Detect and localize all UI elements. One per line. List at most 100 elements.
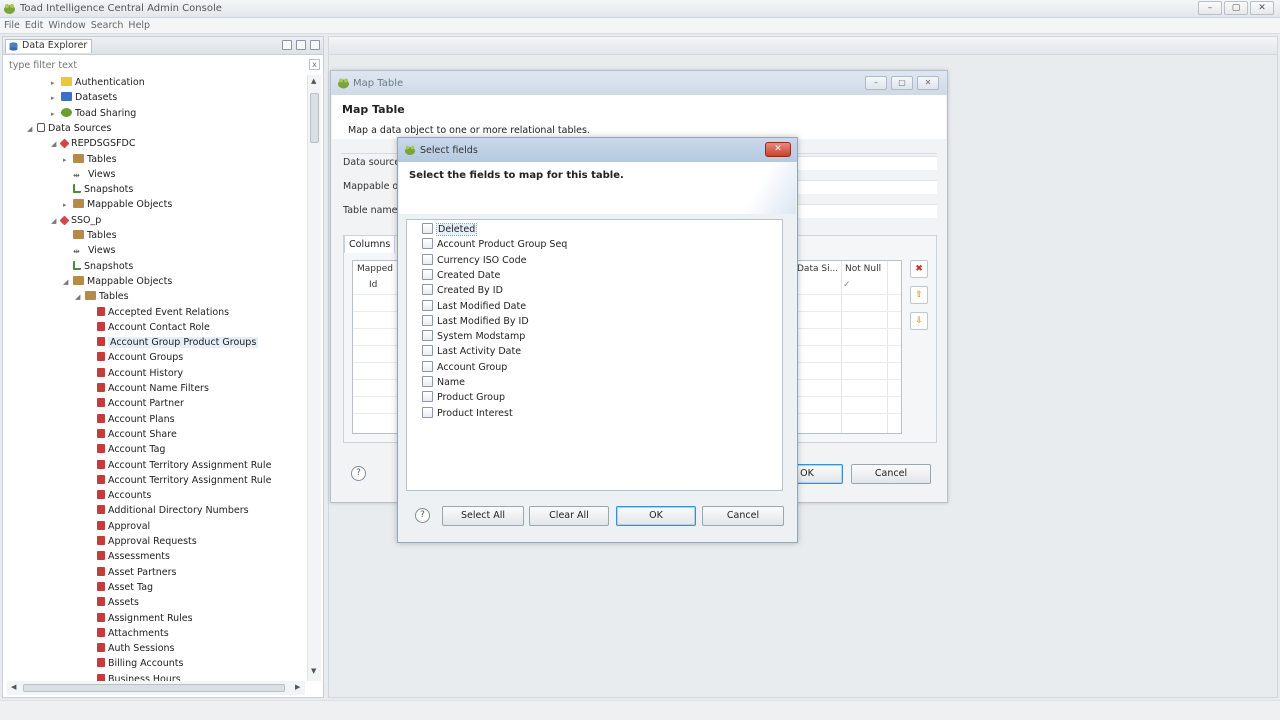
- tree-node[interactable]: Accepted Event Relations: [87, 305, 229, 320]
- tree-node[interactable]: ◢ REPDSGSFDC: [51, 136, 135, 151]
- scroll-right-icon[interactable]: ▶: [295, 683, 300, 691]
- tree-node[interactable]: Asset Tag: [87, 580, 153, 595]
- checkbox[interactable]: [422, 330, 433, 342]
- checkbox[interactable]: [422, 253, 433, 265]
- tree-node[interactable]: ◢ Data Sources: [27, 121, 111, 136]
- field-checkbox-item[interactable]: System Modstamp: [422, 329, 525, 344]
- expand-arrow-icon[interactable]: ▸: [63, 153, 73, 168]
- tree-node[interactable]: Account Group Product Groups: [87, 335, 259, 350]
- expand-arrow-icon[interactable]: ▸: [51, 91, 61, 106]
- tree-node[interactable]: Account History: [87, 366, 183, 381]
- minimize-button[interactable]: –: [865, 76, 887, 90]
- scroll-up-icon[interactable]: ▲: [311, 77, 316, 85]
- tree-node[interactable]: Tables: [63, 228, 117, 243]
- tree-node[interactable]: Assignment Rules: [87, 611, 193, 626]
- tree-node[interactable]: Accounts: [87, 488, 151, 503]
- tree-horizontal-scrollbar[interactable]: ◀ ▶: [7, 681, 305, 695]
- help-icon[interactable]: ?: [415, 508, 430, 523]
- field-checkbox-item[interactable]: Last Modified By ID: [422, 314, 529, 329]
- move-up-button[interactable]: ⇧: [910, 286, 928, 304]
- checkbox[interactable]: [422, 360, 433, 372]
- menu-search[interactable]: Search: [91, 18, 129, 33]
- checkbox[interactable]: [422, 376, 433, 387]
- close-window-button[interactable]: ✕: [1250, 1, 1274, 15]
- expand-arrow-icon[interactable]: ▸: [51, 107, 61, 122]
- tab-data-explorer[interactable]: Data Explorer: [5, 39, 93, 53]
- field-checkbox-item[interactable]: Currency ISO Code: [422, 253, 526, 268]
- menu-window[interactable]: Window: [48, 18, 90, 33]
- tree-node[interactable]: Business Hours: [87, 672, 181, 681]
- scroll-down-icon[interactable]: ▼: [311, 667, 316, 675]
- clear-filter-icon[interactable]: x: [309, 59, 320, 70]
- tree-node[interactable]: ▸ Mappable Objects: [63, 197, 172, 212]
- column-header-not-null[interactable]: Not Null: [845, 261, 881, 278]
- field-checkbox-item[interactable]: Created By ID: [422, 283, 503, 298]
- help-icon[interactable]: ?: [351, 466, 366, 481]
- field-checkbox-item[interactable]: Product Interest: [422, 406, 513, 421]
- maximize-view-icon[interactable]: [310, 40, 320, 50]
- expand-arrow-icon[interactable]: ▸: [63, 198, 73, 213]
- tree-node[interactable]: ⇹ Views: [63, 243, 116, 258]
- filter-input[interactable]: [9, 58, 309, 72]
- checkbox[interactable]: [422, 223, 433, 234]
- mappable-object-field[interactable]: [791, 180, 937, 194]
- checkbox[interactable]: [422, 238, 433, 250]
- tree-node[interactable]: ▸ Tables: [63, 152, 117, 167]
- checkbox[interactable]: [422, 314, 433, 326]
- field-checkbox-item[interactable]: Product Group: [422, 390, 505, 405]
- collapse-arrow-icon[interactable]: ◢: [63, 275, 73, 290]
- tree-node[interactable]: Account Groups: [87, 350, 183, 365]
- collapse-arrow-icon[interactable]: ◢: [51, 137, 61, 152]
- select-fields-cancel-button[interactable]: Cancel: [702, 506, 784, 526]
- menu-file[interactable]: File: [4, 18, 25, 33]
- tree-vertical-scrollbar[interactable]: ▲ ▼: [307, 75, 321, 681]
- tree-node[interactable]: Asset Partners: [87, 565, 176, 580]
- field-checkbox-item[interactable]: Last Activity Date: [422, 344, 521, 359]
- not-null-checkbox[interactable]: ✓: [843, 277, 851, 294]
- tree-node[interactable]: ▸ Datasets: [51, 90, 117, 105]
- collapse-all-icon[interactable]: [282, 40, 292, 50]
- tree-node[interactable]: ◢ Mappable Objects: [63, 274, 172, 289]
- tab-columns[interactable]: Columns: [344, 235, 396, 253]
- column-header-mapped[interactable]: Mapped: [357, 261, 393, 278]
- map-table-cancel-button[interactable]: Cancel: [851, 464, 931, 484]
- field-checkbox-item[interactable]: Name: [422, 375, 465, 390]
- maximize-button[interactable]: ▢: [1224, 1, 1248, 15]
- tree-node[interactable]: Account Plans: [87, 412, 175, 427]
- hscroll-thumb[interactable]: [23, 684, 285, 692]
- tree-node[interactable]: Approval Requests: [87, 534, 197, 549]
- tree-node[interactable]: Billing Accounts: [87, 656, 183, 671]
- tree-node[interactable]: Snapshots: [63, 182, 133, 197]
- tree-node[interactable]: Account Share: [87, 427, 177, 442]
- tree-node[interactable]: Account Partner: [87, 396, 184, 411]
- expand-arrow-icon[interactable]: ▸: [51, 76, 61, 91]
- move-down-button[interactable]: ⇩: [910, 312, 928, 330]
- tree-node[interactable]: Account Territory Assignment Rule: [87, 458, 271, 473]
- field-checkbox-item[interactable]: Last Modified Date: [422, 299, 526, 314]
- checkbox[interactable]: [422, 406, 433, 418]
- grid-cell-name[interactable]: Id: [369, 277, 377, 294]
- minimize-button[interactable]: –: [1198, 1, 1222, 15]
- column-header-data-size[interactable]: Data Si...: [797, 261, 838, 278]
- field-checkbox-item[interactable]: Created Date: [422, 268, 500, 283]
- tree-node[interactable]: ▸ Toad Sharing: [51, 106, 136, 121]
- tree-node[interactable]: ◢ SSO_p: [51, 213, 101, 228]
- tree-node[interactable]: ⇹ Views: [63, 167, 116, 182]
- close-icon[interactable]: ✕: [765, 142, 791, 157]
- field-checkbox-item[interactable]: Deleted: [422, 222, 478, 237]
- table-name-field[interactable]: [791, 204, 937, 218]
- tree-node[interactable]: Approval: [87, 519, 150, 534]
- tree-node[interactable]: Assets: [87, 595, 139, 610]
- scroll-left-icon[interactable]: ◀: [11, 683, 16, 691]
- data-source-field[interactable]: [791, 156, 937, 170]
- maximize-button[interactable]: ▢: [891, 76, 913, 90]
- checkbox[interactable]: [422, 391, 433, 403]
- tree-node[interactable]: Account Name Filters: [87, 381, 209, 396]
- checkbox[interactable]: [422, 345, 433, 357]
- minimize-view-icon[interactable]: [296, 40, 306, 50]
- checkbox[interactable]: [422, 284, 433, 296]
- tree-node[interactable]: Account Tag: [87, 442, 165, 457]
- collapse-arrow-icon[interactable]: ◢: [75, 290, 85, 305]
- menu-edit[interactable]: Edit: [25, 18, 48, 33]
- collapse-arrow-icon[interactable]: ◢: [27, 122, 37, 137]
